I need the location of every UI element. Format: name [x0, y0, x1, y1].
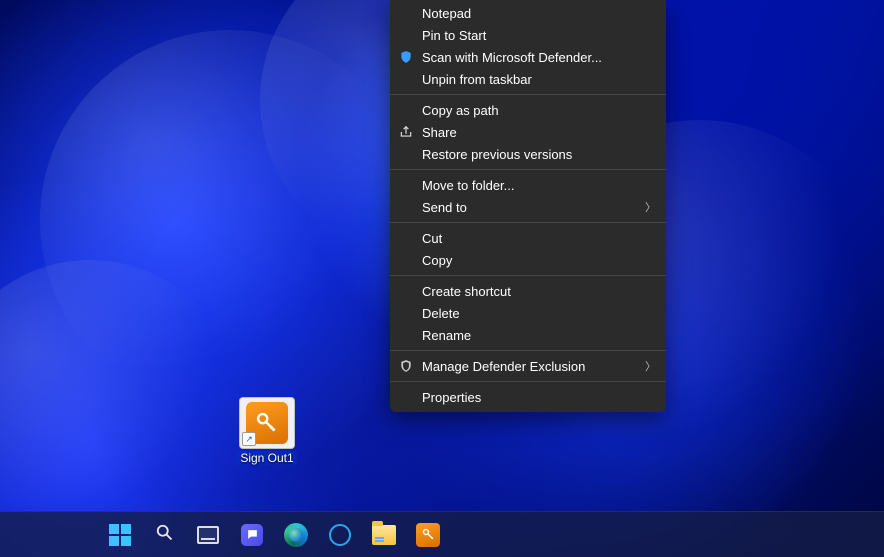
chevron-right-icon: 〉	[645, 199, 656, 215]
menu-separator	[390, 275, 666, 276]
menu-item-label: Notepad	[422, 6, 471, 21]
menu-item-label: Pin to Start	[422, 28, 486, 43]
menu-separator	[390, 350, 666, 351]
menu-item-scan-defender[interactable]: Scan with Microsoft Defender...	[390, 46, 666, 68]
menu-item-label: Properties	[422, 390, 481, 405]
key-icon	[416, 523, 440, 547]
menu-item-label: Delete	[422, 306, 460, 321]
menu-item-label: Unpin from taskbar	[422, 72, 532, 87]
menu-item-cut[interactable]: Cut	[390, 227, 666, 249]
cortana-icon	[329, 524, 351, 546]
menu-separator	[390, 94, 666, 95]
menu-item-label: Share	[422, 125, 457, 140]
signout-app-button[interactable]	[412, 519, 444, 551]
menu-item-label: Restore previous versions	[422, 147, 572, 162]
taskview-button[interactable]	[192, 519, 224, 551]
menu-item-label: Create shortcut	[422, 284, 511, 299]
context-menu: Notepad Pin to Start Scan with Microsoft…	[390, 0, 666, 412]
menu-item-restore-versions[interactable]: Restore previous versions	[390, 143, 666, 165]
menu-item-label: Send to	[422, 200, 467, 215]
shield-icon	[398, 49, 414, 65]
menu-item-label: Copy as path	[422, 103, 499, 118]
shortcut-icon-frame: ↗	[239, 397, 295, 449]
share-icon	[398, 124, 414, 140]
file-explorer-button[interactable]	[368, 519, 400, 551]
shortcut-label: Sign Out1	[237, 451, 296, 465]
edge-button[interactable]	[280, 519, 312, 551]
menu-item-notepad[interactable]: Notepad	[390, 2, 666, 24]
chat-button[interactable]	[236, 519, 268, 551]
menu-item-properties[interactable]: Properties	[390, 386, 666, 408]
cortana-button[interactable]	[324, 519, 356, 551]
menu-item-manage-defender-exclusion[interactable]: Manage Defender Exclusion 〉	[390, 355, 666, 377]
menu-item-delete[interactable]: Delete	[390, 302, 666, 324]
menu-item-share[interactable]: Share	[390, 121, 666, 143]
menu-item-label: Cut	[422, 231, 442, 246]
menu-item-label: Move to folder...	[422, 178, 515, 193]
folder-icon	[372, 525, 396, 545]
start-button[interactable]	[104, 519, 136, 551]
chat-icon	[241, 524, 263, 546]
menu-item-send-to[interactable]: Send to 〉	[390, 196, 666, 218]
taskview-icon	[197, 526, 219, 544]
menu-separator	[390, 222, 666, 223]
menu-item-unpin-taskbar[interactable]: Unpin from taskbar	[390, 68, 666, 90]
menu-item-pin-to-start[interactable]: Pin to Start	[390, 24, 666, 46]
menu-item-copy[interactable]: Copy	[390, 249, 666, 271]
search-button[interactable]	[148, 519, 180, 551]
menu-separator	[390, 169, 666, 170]
menu-item-rename[interactable]: Rename	[390, 324, 666, 346]
search-icon	[154, 522, 174, 547]
menu-separator	[390, 381, 666, 382]
taskbar	[0, 511, 884, 557]
taskbar-center-group	[104, 512, 444, 557]
menu-item-label: Scan with Microsoft Defender...	[422, 50, 602, 65]
menu-item-label: Rename	[422, 328, 471, 343]
desktop-shortcut-signout[interactable]: ↗ Sign Out1	[234, 397, 300, 465]
menu-item-copy-as-path[interactable]: Copy as path	[390, 99, 666, 121]
menu-item-move-to-folder[interactable]: Move to folder...	[390, 174, 666, 196]
chevron-right-icon: 〉	[645, 358, 656, 374]
edge-icon	[284, 523, 308, 547]
menu-item-create-shortcut[interactable]: Create shortcut	[390, 280, 666, 302]
menu-item-label: Copy	[422, 253, 452, 268]
menu-item-label: Manage Defender Exclusion	[422, 359, 585, 374]
shortcut-arrow-icon: ↗	[242, 432, 256, 446]
start-icon	[109, 524, 131, 546]
defender-icon	[398, 358, 414, 374]
